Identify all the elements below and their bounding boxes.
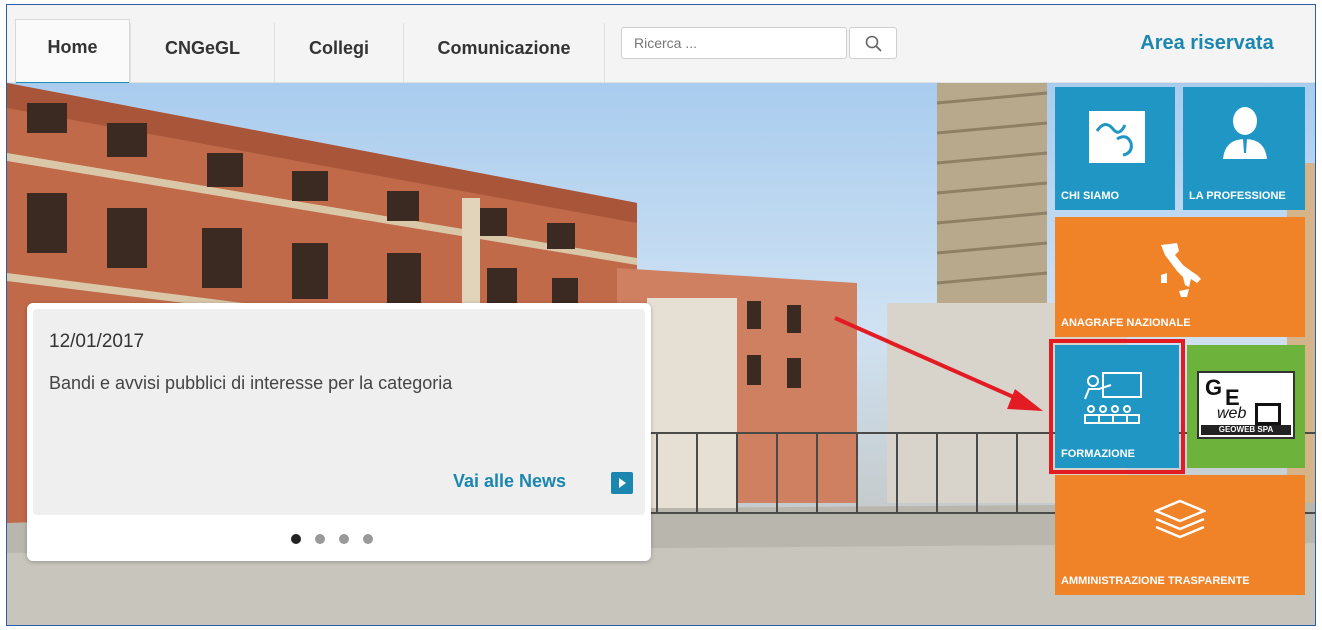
tab-comunicazione[interactable]: Comunicazione <box>404 23 604 83</box>
news-title[interactable]: Bandi e avvisi pubblici di interesse per… <box>49 373 452 394</box>
carousel-dots <box>291 531 387 544</box>
browser-frame: Home CNGeGL Collegi Comunicazione Area r… <box>6 4 1316 626</box>
tile-label: CHI SIAMO <box>1061 190 1120 202</box>
geoweb-logo-web: web <box>1217 405 1247 422</box>
news-slide: 12/01/2017 Bandi e avvisi pubblici di in… <box>33 309 645 515</box>
search-button[interactable] <box>849 27 897 59</box>
tab-divider <box>604 23 605 83</box>
news-date: 12/01/2017 <box>49 331 145 352</box>
geoweb-logo-o: O <box>1255 403 1281 425</box>
news-link[interactable]: Vai alle News <box>453 471 566 492</box>
top-navbar: Home CNGeGL Collegi Comunicazione Area r… <box>7 5 1315 86</box>
area-riservata-link[interactable]: Area riservata <box>1107 27 1307 59</box>
carousel-dot[interactable] <box>291 534 301 544</box>
tile-amministrazione-trasparente[interactable]: AMMINISTRAZIONE TRASPARENTE <box>1055 475 1305 595</box>
tile-anagrafe-nazionale[interactable]: ANAGRAFE NAZIONALE <box>1055 217 1305 337</box>
tile-geoweb[interactable]: G E web O GEOWEB SPA <box>1187 345 1305 468</box>
geoweb-logo: G E web O GEOWEB SPA <box>1197 371 1295 439</box>
tile-label: LA PROFESSIONE <box>1189 190 1286 202</box>
tile-label: ANAGRAFE NAZIONALE <box>1061 317 1191 329</box>
carousel-dot[interactable] <box>315 534 325 544</box>
tile-formazione[interactable]: FORMAZIONE <box>1055 345 1179 468</box>
tile-la-professione[interactable]: LA PROFESSIONE <box>1183 87 1305 210</box>
arrow-right-icon[interactable] <box>611 472 633 494</box>
news-carousel: 12/01/2017 Bandi e avvisi pubblici di in… <box>27 303 651 561</box>
layers-icon <box>1154 499 1206 539</box>
classroom-icon <box>1084 372 1142 424</box>
search-input[interactable] <box>621 27 847 59</box>
carousel-dot[interactable] <box>339 534 349 544</box>
person-icon <box>1223 107 1267 159</box>
tile-label: FORMAZIONE <box>1061 448 1135 460</box>
tab-collegi[interactable]: Collegi <box>275 23 403 83</box>
tab-cngegl[interactable]: CNGeGL <box>131 23 274 83</box>
tile-chi-siamo[interactable]: CHI SIAMO <box>1055 87 1175 210</box>
tile-label: AMMINISTRAZIONE TRASPARENTE <box>1061 575 1250 587</box>
carousel-dot[interactable] <box>363 534 373 544</box>
geoweb-logo-letter: G <box>1205 375 1223 400</box>
search-icon <box>865 35 882 52</box>
italy-map-icon <box>1161 243 1201 297</box>
hero-banner: 12/01/2017 Bandi e avvisi pubblici di in… <box>7 83 1315 625</box>
geoweb-logo-caption: GEOWEB SPA <box>1201 425 1291 435</box>
tab-home[interactable]: Home <box>15 19 130 86</box>
cngegl-logo-icon <box>1089 111 1145 163</box>
